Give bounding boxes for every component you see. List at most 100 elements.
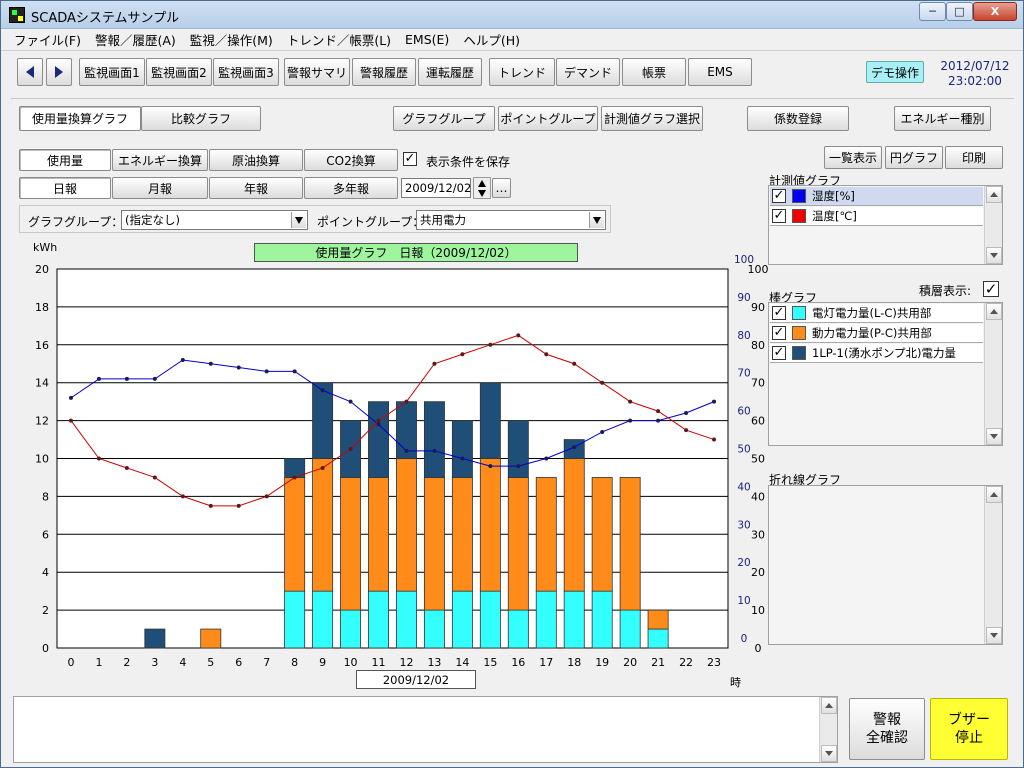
date-picker-button[interactable]: … <box>492 178 511 198</box>
message-area <box>13 696 838 763</box>
tab-compare-graph[interactable]: 比較グラフ <box>141 106 261 131</box>
bar-segment <box>563 458 585 592</box>
minimize-button[interactable]: ─ <box>919 2 946 21</box>
list-view-button[interactable]: 一覧表示 <box>824 146 882 169</box>
line-point <box>572 445 577 450</box>
current-datetime: 2012/07/12 23:02:00 <box>935 59 1015 89</box>
back-button[interactable] <box>17 58 43 86</box>
bar-segment <box>368 590 389 649</box>
monitor-screen-2-button[interactable]: 監視画面2 <box>146 58 212 86</box>
forward-button[interactable] <box>46 58 72 86</box>
scroll-up-icon <box>990 492 998 497</box>
list-item[interactable]: ✓ 1LP-1(湧水ポンプ北)電力量 <box>770 344 983 363</box>
bar-segment <box>647 628 669 649</box>
save-conditions-checkbox[interactable]: ✓ <box>403 152 417 166</box>
list-checkbox[interactable]: ✓ <box>772 306 786 320</box>
period-daily-button[interactable]: 日報 <box>19 177 111 199</box>
report-button[interactable]: 帳票 <box>622 58 686 86</box>
list-checkbox[interactable]: ✓ <box>772 189 786 203</box>
scrollbar[interactable] <box>819 697 837 762</box>
demand-button[interactable]: デマンド <box>556 58 620 86</box>
scroll-up-button[interactable] <box>986 303 1002 320</box>
menu-trend[interactable]: トレンド／帳票(L) <box>280 30 398 49</box>
line-point <box>432 448 437 453</box>
chevron-down-icon <box>291 212 306 228</box>
demo-operation-button[interactable]: デモ操作 <box>866 61 924 83</box>
scroll-up-button[interactable] <box>986 486 1002 503</box>
date-input[interactable]: 2009/12/02 <box>401 178 471 198</box>
line-point <box>320 465 325 470</box>
acknowledge-all-button[interactable]: 警報 全確認 <box>849 698 925 760</box>
monitor-screen-3-button[interactable]: 監視画面3 <box>213 58 279 86</box>
app-icon <box>9 7 25 23</box>
menu-file[interactable]: ファイル(F) <box>7 30 88 49</box>
menu-ems[interactable]: EMS(E) <box>398 32 456 47</box>
list-item-label: 電灯電力量(L-C)共用部 <box>812 306 932 320</box>
chevron-down-icon <box>589 212 604 228</box>
list-item[interactable]: ✓ 湿度[%] <box>770 187 983 206</box>
measure-graph-select-button[interactable]: 計測値グラフ選択 <box>601 106 703 131</box>
scrollbar[interactable] <box>984 486 1002 644</box>
list-checkbox[interactable]: ✓ <box>772 326 786 340</box>
y2-tick-label: 60 <box>751 415 765 428</box>
point-group-button[interactable]: ポイントグループ <box>498 106 598 131</box>
scroll-down-icon <box>990 434 998 439</box>
scroll-down-button[interactable] <box>821 745 837 762</box>
bar-segment <box>451 420 473 478</box>
conv-crude-oil-button[interactable]: 原油換算 <box>209 149 303 171</box>
list-item[interactable]: ✓ 動力電力量(P-C)共用部 <box>770 324 983 343</box>
line-point <box>488 342 493 347</box>
bar-segment <box>507 477 529 611</box>
energy-type-button[interactable]: エネルギー種別 <box>894 106 991 131</box>
menu-alarm[interactable]: 警報／履歴(A) <box>88 30 183 49</box>
coefficient-register-button[interactable]: 係数登録 <box>747 106 849 131</box>
monitor-screen-1-button[interactable]: 監視画面1 <box>79 58 145 86</box>
list-checkbox[interactable]: ✓ <box>772 346 786 360</box>
line-point <box>628 418 633 423</box>
date-spinner[interactable] <box>473 177 491 199</box>
graph-group-select[interactable]: (指定なし) <box>121 210 308 230</box>
trend-button[interactable]: トレンド <box>489 58 555 86</box>
tab-usage-graph[interactable]: 使用量換算グラフ <box>19 106 141 131</box>
alarm-summary-button[interactable]: 警報サマリ <box>284 58 350 86</box>
print-button[interactable]: 印刷 <box>945 146 1003 169</box>
menu-monitor[interactable]: 監視／操作(M) <box>183 30 280 49</box>
line-point <box>516 333 521 338</box>
list-item[interactable]: ✓ 温度[℃] <box>770 207 983 226</box>
period-yearly-button[interactable]: 年報 <box>209 177 303 199</box>
conv-usage-button[interactable]: 使用量 <box>19 149 111 171</box>
graph-group-button[interactable]: グラフグループ <box>393 106 495 131</box>
pie-chart-button[interactable]: 円グラフ <box>885 146 943 169</box>
line-point <box>348 399 353 404</box>
point-group-select[interactable]: 共用電力 <box>416 210 606 230</box>
x-tick-label: 5 <box>207 656 214 669</box>
scrollbar[interactable] <box>984 303 1002 445</box>
ems-button[interactable]: EMS <box>688 58 752 86</box>
scrollbar[interactable] <box>984 186 1002 264</box>
scroll-up-button[interactable] <box>986 186 1002 203</box>
line-point <box>68 418 73 423</box>
scroll-down-button[interactable] <box>986 247 1002 264</box>
bar-segment <box>340 477 362 611</box>
bar-segment <box>535 590 557 649</box>
period-multiyear-button[interactable]: 多年報 <box>304 177 398 199</box>
conv-co2-button[interactable]: CO2換算 <box>304 149 398 171</box>
list-item[interactable]: ✓ 電灯電力量(L-C)共用部 <box>770 304 983 323</box>
line-point <box>712 399 717 404</box>
alarm-history-button[interactable]: 警報履歴 <box>352 58 416 86</box>
maximize-button[interactable]: □ <box>946 2 973 21</box>
scroll-down-button[interactable] <box>986 428 1002 445</box>
period-monthly-button[interactable]: 月報 <box>112 177 208 199</box>
bar-segment <box>423 477 445 611</box>
conv-energy-button[interactable]: エネルギー換算 <box>112 149 208 171</box>
close-button[interactable]: X <box>973 2 1017 21</box>
bar-segment <box>312 458 334 592</box>
usage-chart: 0246810121416182001020304050607080901000… <box>33 241 769 689</box>
scroll-up-button[interactable] <box>821 697 837 714</box>
menu-help[interactable]: ヘルプ(H) <box>456 30 527 49</box>
stack-display-checkbox[interactable]: ✓ <box>983 281 999 297</box>
list-checkbox[interactable]: ✓ <box>772 209 786 223</box>
buzzer-stop-button[interactable]: ブザー 停止 <box>930 698 1008 760</box>
operation-history-button[interactable]: 運転履歴 <box>418 58 482 86</box>
scroll-down-button[interactable] <box>986 627 1002 644</box>
